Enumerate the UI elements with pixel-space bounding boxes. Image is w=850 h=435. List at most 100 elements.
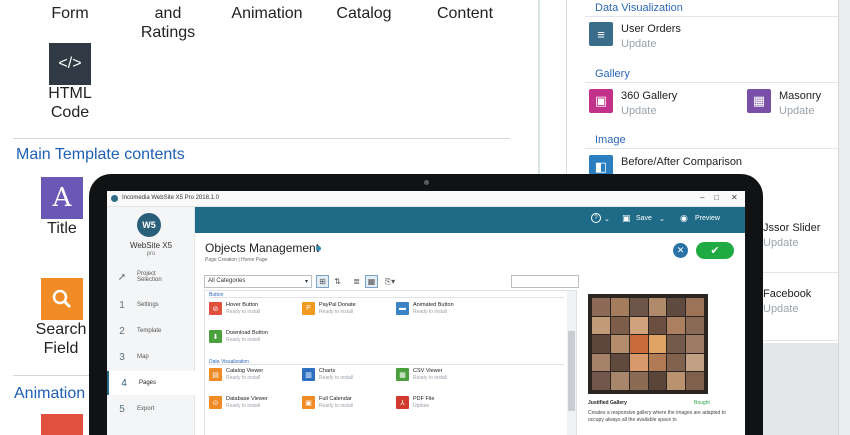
masonry-icon: ▦ <box>747 89 771 113</box>
object-title: Jssor Slider <box>763 222 821 234</box>
preview-button[interactable]: Preview <box>695 215 720 222</box>
object-search-field-label[interactable]: Search Field <box>30 320 92 358</box>
filter-icon[interactable]: ⊞ <box>316 275 329 288</box>
object-status: Update <box>621 38 657 50</box>
object-content-label[interactable]: Content <box>425 4 505 23</box>
object-status: Ready to install <box>226 309 261 315</box>
object-title: Download Button <box>226 330 268 336</box>
object-html-code-label[interactable]: HTML Code <box>35 84 105 122</box>
objects-list: Button ⊘ Hover Button Ready to install P … <box>204 290 577 435</box>
object-360-gallery[interactable]: ▣ 360 Gallery Update <box>589 89 677 119</box>
object-status: Ready to install <box>226 403 261 409</box>
step-project-selection[interactable]: ➚ Project Selection <box>107 263 195 291</box>
object-animated-button[interactable]: ▬ Animated Button Ready to install <box>396 302 454 316</box>
confirm-button[interactable]: ✔ <box>696 242 734 259</box>
app-toolbar: ? ⌄ ▣ Save ⌄ ◉ Preview <box>195 207 745 233</box>
object-status: Update <box>779 105 815 117</box>
letter-a-icon[interactable]: A <box>41 177 83 219</box>
step-number: 5 <box>119 403 125 415</box>
category-select[interactable]: All Categories ▾ <box>204 275 312 288</box>
bought-badge: Bought <box>694 400 710 406</box>
step-label: Pages <box>139 380 157 386</box>
step-export[interactable]: 5 Export <box>107 397 195 421</box>
object-title: Catalog Viewer <box>226 368 264 374</box>
eye-icon[interactable]: ◉ <box>680 213 688 224</box>
step-settings[interactable]: 1 Settings <box>107 293 195 317</box>
step-number: 3 <box>119 351 125 363</box>
object-masonry[interactable]: ▦ Masonry Update <box>747 89 821 119</box>
object-animation-label[interactable]: Animation <box>222 4 312 23</box>
divider <box>585 82 850 83</box>
object-pdf-file[interactable]: ⅄ PDF File Update <box>396 396 434 410</box>
object-charts[interactable]: ▥ Charts Ready to install <box>302 368 353 382</box>
page-title: Objects Management <box>205 241 320 255</box>
step-number: 1 <box>119 299 125 311</box>
app-icon <box>111 195 118 202</box>
gallery-icon: ▣ <box>589 89 613 113</box>
sort-icon[interactable]: ⇅ <box>331 275 344 288</box>
info-icon[interactable] <box>316 246 321 251</box>
object-hover-button[interactable]: ⊘ Hover Button Ready to install <box>209 302 260 316</box>
object-title: Animated Button <box>413 302 454 308</box>
object-catalog-viewer[interactable]: ▤ Catalog Viewer Ready to install <box>209 368 263 382</box>
divider <box>585 16 850 17</box>
data-visualization-heading: Data Visualization <box>595 2 683 14</box>
image-heading: Image <box>595 134 626 146</box>
object-catalog-label[interactable]: Catalog <box>328 4 400 23</box>
object-database-viewer[interactable]: ⊙ Database Viewer Ready to install <box>209 396 268 410</box>
window-title: Incomedia WebSite X5 Pro 2018.1.0 <box>122 195 219 201</box>
object-user-orders[interactable]: ≡ User Orders Update <box>589 22 681 52</box>
object-title: Charts <box>319 368 336 374</box>
preview-description: Creates a responsive gallery where the i… <box>588 410 726 423</box>
object-status: Update <box>763 303 799 315</box>
object-full-calendar[interactable]: ▣ Full Calendar Ready to install <box>302 396 353 410</box>
chevron-down-icon[interactable]: ⌄ <box>604 215 610 223</box>
save-button[interactable]: Save <box>636 215 652 222</box>
object-title-label[interactable]: Title <box>36 219 88 238</box>
close-icon[interactable]: ✕ <box>731 193 738 202</box>
category-value: All Categories <box>208 278 246 284</box>
grid-view-icon[interactable]: ▦ <box>365 275 378 288</box>
minimize-icon[interactable]: – <box>700 193 704 202</box>
panel-border <box>538 0 540 175</box>
help-icon[interactable]: ? <box>591 213 601 223</box>
search-input[interactable] <box>511 275 579 288</box>
object-status: Ready to install <box>319 403 354 409</box>
wizard-sidebar: W5 WebSite X5 pro ➚ Project Selection 1 … <box>107 207 195 435</box>
window-edge <box>838 0 850 435</box>
search-icon[interactable] <box>41 278 83 320</box>
cancel-button[interactable]: ✕ <box>673 243 688 258</box>
animation-heading: Animation <box>14 385 86 402</box>
list-icon: ≡ <box>589 22 613 46</box>
object-form-label[interactable]: Form <box>40 4 100 23</box>
csv-icon: ▦ <box>396 368 409 381</box>
object-ratings-label[interactable]: and Ratings <box>128 4 208 42</box>
object-title: Database Viewer <box>226 396 268 402</box>
logo-edition: pro <box>146 251 156 257</box>
object-title: Full Calendar <box>319 396 352 402</box>
dropdown-arrow-icon: ▾ <box>304 279 308 285</box>
object-download-button[interactable]: ⬇ Download Button Ready to install <box>209 330 268 344</box>
list-scrollbar[interactable] <box>567 291 576 435</box>
animation-object-icon[interactable] <box>41 414 83 435</box>
object-title: User Orders <box>621 23 681 35</box>
object-status: Update <box>621 105 657 117</box>
save-icon[interactable]: ▣ <box>622 213 631 224</box>
export-menu-icon[interactable]: ⎘▾ <box>381 275 399 288</box>
step-number: 4 <box>121 377 127 389</box>
gallery-heading: Gallery <box>595 68 630 80</box>
chevron-down-icon[interactable]: ⌄ <box>659 215 665 223</box>
code-icon[interactable]: </> <box>49 43 91 85</box>
step-template[interactable]: 2 Template <box>107 319 195 343</box>
maximize-icon[interactable]: □ <box>714 193 719 202</box>
object-csv-viewer[interactable]: ▦ CSV Viewer Ready to install <box>396 368 447 382</box>
step-map[interactable]: 3 Map <box>107 345 195 369</box>
list-view-icon[interactable]: ≣ <box>350 275 363 288</box>
step-pages[interactable]: 4 Pages <box>107 371 195 395</box>
object-paypal-donate[interactable]: P PayPal Donate Ready to install <box>302 302 356 316</box>
camera-dot <box>424 180 429 185</box>
step-label: Project Selection <box>137 271 162 283</box>
download-icon: ⬇ <box>209 330 222 343</box>
breadcrumb: Page Creation | Home Page <box>205 257 268 263</box>
scrollbar-thumb[interactable] <box>568 331 575 411</box>
